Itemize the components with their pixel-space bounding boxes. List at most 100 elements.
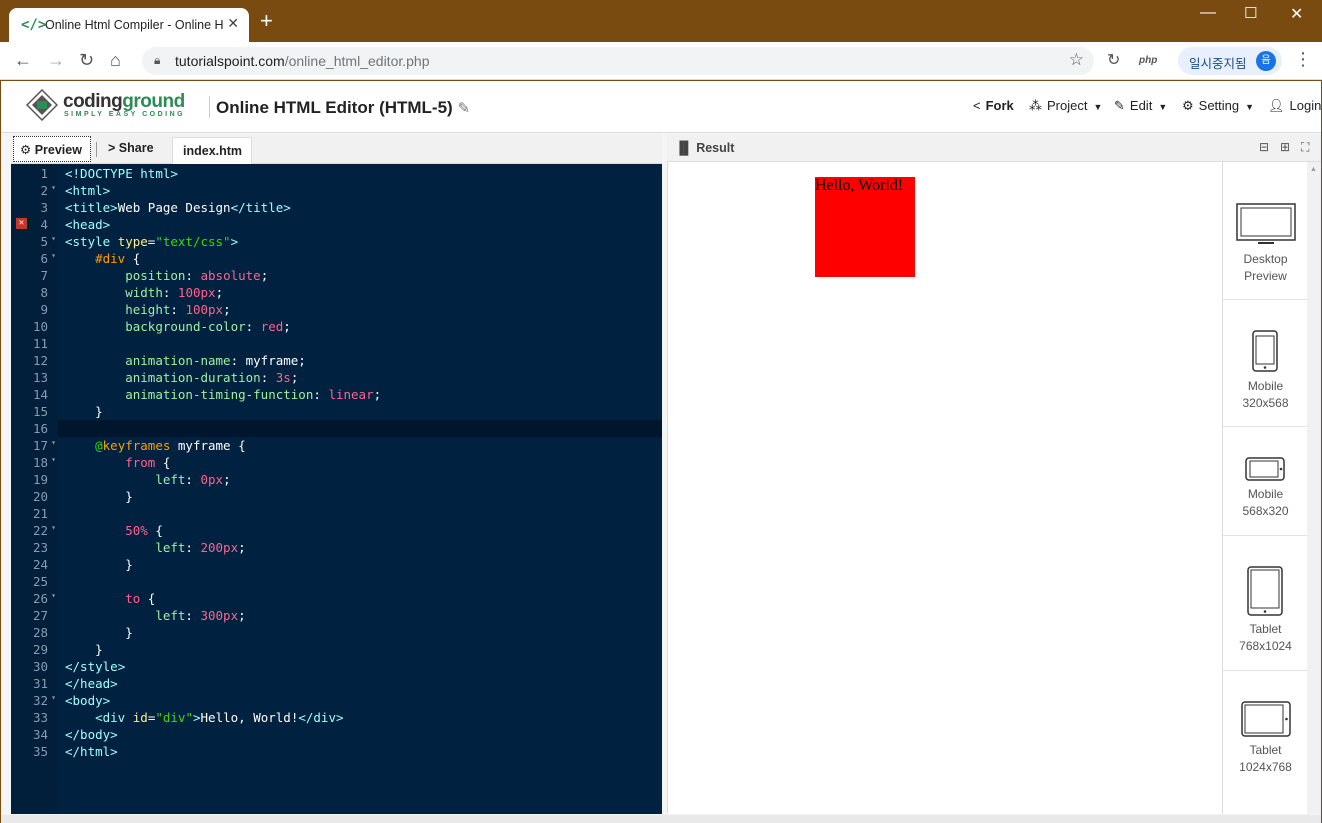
desktop-monitor-icon (1236, 203, 1296, 244)
result-title-text: Result (696, 141, 735, 155)
new-tab-button[interactable]: + (260, 10, 273, 32)
fold-arrow-icon[interactable]: ▾ (51, 591, 56, 600)
fork-icon: < (973, 98, 981, 113)
browser-menu-icon[interactable]: ⋮ (1294, 49, 1312, 70)
fit-screen-icon[interactable]: ⊞ (1280, 140, 1290, 154)
result-pane: ▐▌ Result ⊟ ⊞ ⛶ Hello, World! Desktop Pr… (667, 134, 1321, 814)
code-line: </html> (65, 744, 118, 759)
code-line: <html> (65, 183, 111, 198)
line-number: 19 (32, 472, 48, 487)
menu-project[interactable]: ⁂ Project ▼ (1029, 98, 1102, 114)
line-number: 4 ✕ (11, 216, 58, 233)
device-desktop-preview[interactable]: Desktop Preview (1223, 162, 1308, 300)
line-number: 21 (32, 506, 48, 521)
page-title-text: Online HTML Editor (HTML-5) (216, 98, 453, 117)
devices-scrollbar[interactable]: ▲ (1307, 162, 1321, 814)
menu-project-label: Project (1047, 98, 1088, 113)
fold-arrow-icon[interactable]: ▾ (51, 438, 56, 447)
logo-tagline: SIMPLY EASY CODING (64, 111, 186, 118)
bottom-bar (1, 815, 1321, 823)
device-size: Preview (1244, 269, 1287, 283)
fit-width-icon[interactable]: ⊟ (1259, 140, 1269, 154)
line-number: 28 (32, 625, 48, 640)
close-tab-icon[interactable]: ✕ (227, 15, 239, 32)
bookmark-star-icon[interactable]: ☆ (1069, 50, 1084, 70)
menu-fork[interactable]: < Fork (973, 98, 1014, 113)
fold-arrow-icon[interactable]: ▾ (51, 251, 56, 260)
mobile-landscape-icon (1245, 457, 1285, 481)
code-line: height: 100px; (125, 302, 231, 317)
address-bar[interactable]: 🔒︎ tutorialspoint.com/online_html_editor… (142, 47, 1094, 75)
scroll-up-icon[interactable]: ▲ (1310, 166, 1317, 173)
logo-wordmark[interactable]: codingground (63, 91, 185, 113)
browser-tab[interactable]: </> Online Html Compiler - Online H ✕ (9, 8, 249, 42)
fold-arrow-icon[interactable]: ▾ (51, 693, 56, 702)
back-arrow-icon[interactable]: ← (14, 50, 32, 71)
code-line: animation-timing-function: linear; (125, 387, 382, 402)
title-bar: </> Online Html Compiler - Online H ✕ + … (0, 0, 1322, 42)
line-number: 32 ▾ (32, 693, 56, 708)
line-number: 33 (32, 710, 48, 725)
forward-arrow-icon[interactable]: → (47, 50, 65, 71)
home-icon[interactable]: ⌂ (110, 50, 121, 71)
line-number: 9 (40, 302, 48, 317)
tablet-landscape-icon (1241, 701, 1291, 737)
line-number: 6 ▾ (40, 251, 56, 266)
code-line: animation-duration: 3s; (125, 370, 299, 385)
code-line: left: 0px; (155, 472, 231, 487)
result-frame[interactable]: Hello, World! (667, 162, 1222, 814)
profile-name: 일시중지됨 (1189, 57, 1247, 71)
line-number: 25 (32, 574, 48, 589)
error-marker-icon: ✕ (16, 218, 27, 229)
profile-button[interactable]: 일시중지됨 음 (1178, 47, 1282, 75)
editor-toolbar: ⚙ Preview > Share index.htm (11, 134, 662, 164)
device-mobile-landscape[interactable]: Mobile 568x320 (1223, 427, 1308, 536)
menu-login[interactable]: 👤︎ Login (1268, 98, 1321, 114)
edit-title-icon[interactable]: ✎ (457, 100, 470, 117)
device-mobile-portrait[interactable]: Mobile 320x568 (1223, 300, 1308, 427)
device-tablet-portrait[interactable]: Tablet 768x1024 (1223, 536, 1308, 671)
line-number: 24 (32, 557, 48, 572)
device-tablet-landscape[interactable]: Tablet 1024x768 (1223, 671, 1308, 814)
code-line: <head> (65, 217, 111, 232)
fold-arrow-icon[interactable]: ▾ (51, 183, 56, 192)
fold-arrow-icon[interactable]: ▾ (51, 234, 56, 243)
device-name: Tablet (1249, 622, 1282, 636)
code-line: <title>Web Page Design</title> (65, 200, 291, 215)
code-editor[interactable]: 1 2 ▾ 3 4 ✕ 5 ▾ 6 ▾ 7 8 9 10 11 12 13 14 15 16 17 ▾ 18 ▾ 19 20 21 2… (11, 164, 662, 814)
line-number: 18 ▾ (32, 455, 56, 470)
line-number: 3 (40, 200, 48, 215)
site-header: codingground SIMPLY EASY CODING Online H… (1, 81, 1321, 133)
line-number: 1 (40, 166, 48, 181)
minimize-icon[interactable]: — (1200, 4, 1216, 22)
device-name: Mobile (1247, 379, 1284, 393)
code-line: 50% { (125, 523, 163, 538)
menu-login-label: Login (1289, 98, 1322, 113)
fold-arrow-icon[interactable]: ▾ (51, 455, 56, 464)
php-extension-icon[interactable]: php (1139, 55, 1157, 66)
share-button[interactable]: > Share (108, 141, 154, 155)
line-number: 8 (40, 285, 48, 300)
maximize-icon[interactable]: ☐ (1244, 4, 1257, 22)
menu-edit[interactable]: ✎ Edit ▼ (1114, 98, 1167, 114)
code-line: } (65, 489, 133, 504)
extension-refresh-icon[interactable]: ↻ (1107, 50, 1120, 70)
line-number: 13 (32, 370, 48, 385)
line-number: 7 (40, 268, 48, 283)
close-window-icon[interactable]: ✕ (1290, 4, 1303, 24)
file-tab[interactable]: index.htm (172, 137, 252, 164)
current-line-highlight (58, 420, 662, 437)
code-line: <style type="text/css"> (65, 234, 239, 249)
line-number: 29 (32, 642, 48, 657)
line-number: 10 (32, 319, 48, 334)
menu-edit-label: Edit (1129, 98, 1153, 113)
logo-main: coding (63, 91, 123, 112)
fold-arrow-icon[interactable]: ▾ (51, 523, 56, 532)
fullscreen-icon[interactable]: ⛶ (1301, 140, 1309, 155)
preview-button[interactable]: ⚙ Preview (13, 136, 91, 162)
device-preview-list: Desktop Preview Mobile 320x568 Mobile 56… (1222, 162, 1308, 814)
reload-icon[interactable]: ↻ (79, 50, 94, 71)
device-size: 320x568 (1242, 396, 1289, 410)
menu-setting[interactable]: ⚙ Setting ▼ (1182, 98, 1254, 114)
lock-icon: 🔒︎ (154, 53, 161, 67)
